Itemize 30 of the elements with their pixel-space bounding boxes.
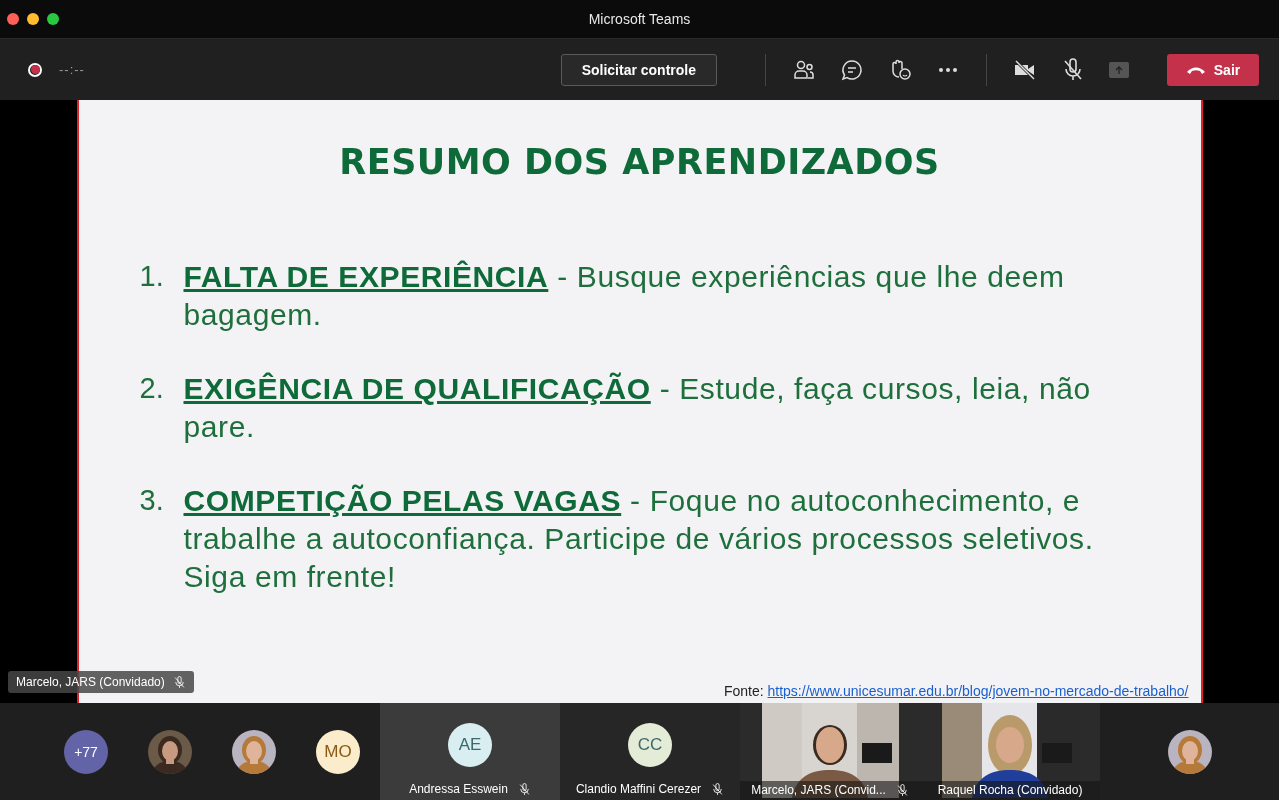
participant-tile[interactable]: CC Clandio Maffini Cerezer	[560, 703, 740, 800]
list-number: 3.	[139, 483, 165, 518]
participant-avatar: AE	[448, 722, 492, 767]
list-item-text: EXIGÊNCIA DE QUALIFICAÇÃO - Estude, faça cursos, leia, não pare.	[183, 371, 1092, 445]
leave-button[interactable]: Sair	[1167, 53, 1259, 86]
minimize-window-button[interactable]	[27, 13, 39, 25]
mic-off-icon[interactable]	[1061, 57, 1085, 82]
request-control-button[interactable]: Solicitar controle	[560, 53, 717, 86]
call-timer: --:--	[59, 62, 85, 77]
slide-title: RESUMO DOS APRENDIZADOS	[339, 142, 940, 182]
participant-avatar: MO	[316, 729, 360, 774]
list-item-text: COMPETIÇÃO PELAS VAGAS - Foque no autoconhecimento, e trabalhe a autoconfiança. Participe de vários processos seletivos. Siga em frente!	[183, 483, 1095, 595]
participant-name: Clandio Maffini Cerezer	[575, 782, 702, 796]
source-text: Fonte: https://www.unicesumar.edu.br/blog/jovem-no-mercado-de-trabalho/	[723, 683, 1189, 699]
participant-avatar: CC	[628, 722, 672, 767]
source-link[interactable]: https://www.unicesumar.edu.br/blog/jovem-no-mercado-de-trabalho/	[767, 683, 1189, 699]
close-window-button[interactable]	[7, 13, 19, 25]
chat-icon[interactable]	[840, 57, 864, 82]
list-item-text: FALTA DE EXPERIÊNCIA - Busque experiências que lhe deem bagagem.	[183, 259, 1066, 333]
more-participants-badge[interactable]: +77	[64, 729, 108, 774]
participant-name: Andressa Esswein	[409, 782, 508, 796]
participant-tile[interactable]: AE Andressa Esswein	[380, 703, 560, 800]
window-title: Microsoft Teams	[588, 11, 691, 27]
list-number: 1.	[139, 259, 165, 294]
camera-off-icon[interactable]	[1013, 57, 1037, 82]
zoom-window-button[interactable]	[47, 13, 59, 25]
participant-name: Marcelo, JARS (Convid...	[751, 783, 886, 797]
presenter-name: Marcelo, JARS (Convidado)	[16, 675, 165, 689]
participant-name: Raquel Rocha (Convidado)	[937, 783, 1083, 797]
list-number: 2.	[139, 371, 165, 406]
